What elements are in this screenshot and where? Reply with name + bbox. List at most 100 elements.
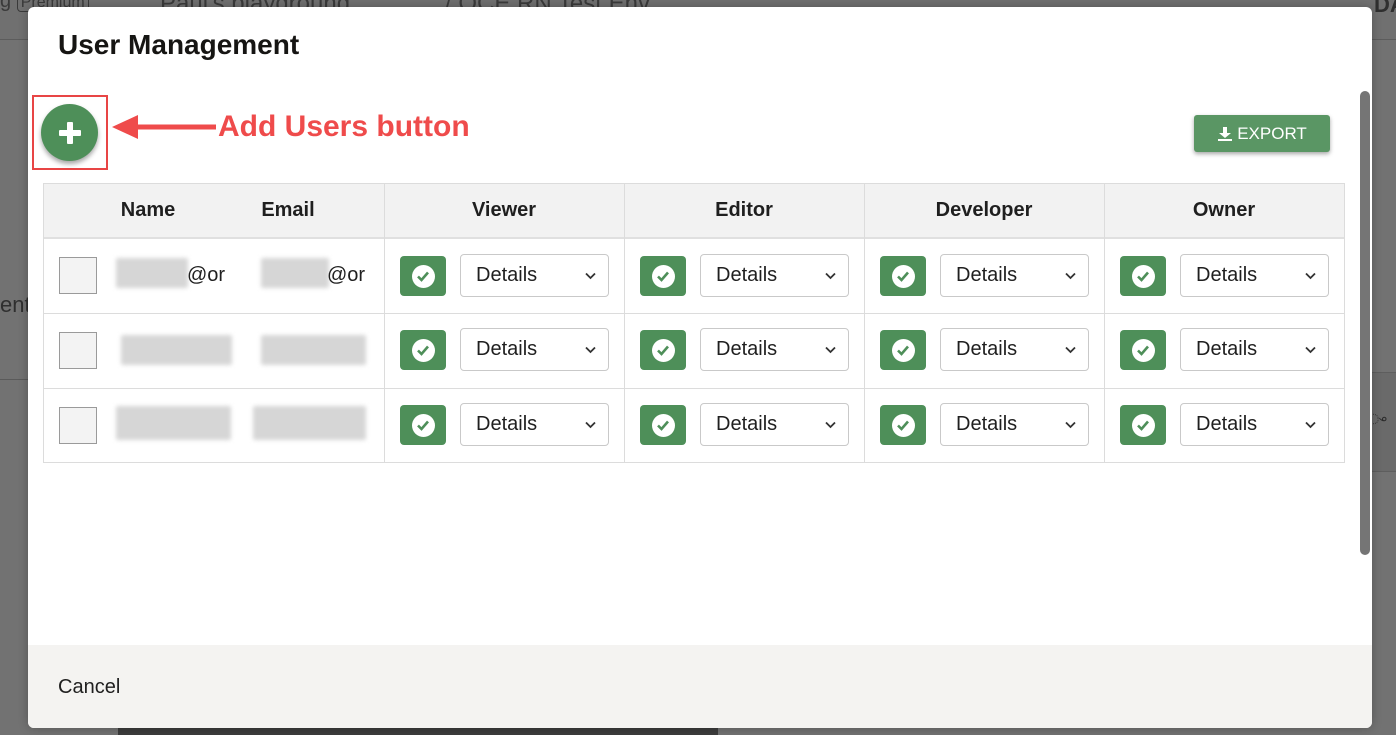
column-header-email[interactable]: Email — [244, 184, 332, 237]
details-label: Details — [716, 338, 778, 360]
user-management-dialog: User Management Add Users button EXPORT … — [28, 7, 1372, 728]
check-circle-icon — [651, 413, 675, 437]
details-label: Details — [476, 338, 538, 360]
editor-details-dropdown[interactable]: Details — [700, 328, 849, 371]
background-bottom-strip — [118, 728, 718, 735]
redacted-name — [121, 335, 232, 365]
chevron-down-icon — [1305, 421, 1316, 429]
chevron-down-icon — [1065, 421, 1076, 429]
owner-role-toggle[interactable] — [1120, 405, 1166, 445]
editor-role-toggle[interactable] — [640, 405, 686, 445]
column-header-owner[interactable]: Owner — [1104, 184, 1344, 237]
export-button[interactable]: EXPORT — [1194, 115, 1330, 152]
viewer-details-dropdown[interactable]: Details — [460, 254, 609, 297]
row-divider — [44, 313, 1344, 314]
column-divider — [1104, 184, 1105, 462]
check-circle-icon — [651, 338, 675, 362]
dialog-title: User Management — [58, 29, 300, 60]
column-header-viewer[interactable]: Viewer — [384, 184, 624, 237]
check-circle-icon — [891, 413, 915, 437]
viewer-details-dropdown[interactable]: Details — [460, 403, 609, 446]
developer-details-dropdown[interactable]: Details — [940, 328, 1089, 371]
editor-role-toggle[interactable] — [640, 330, 686, 370]
owner-details-dropdown[interactable]: Details — [1180, 254, 1329, 297]
check-circle-icon — [651, 264, 675, 288]
developer-details-dropdown[interactable]: Details — [940, 254, 1089, 297]
table-header: Name Email Viewer Editor Developer Owner — [44, 184, 1344, 239]
details-label: Details — [1196, 338, 1258, 360]
users-table: Name Email Viewer Editor Developer Owner… — [43, 183, 1345, 463]
developer-role-toggle[interactable] — [880, 405, 926, 445]
details-label: Details — [956, 413, 1018, 435]
user-email-partial: @or — [327, 264, 366, 286]
user-name-partial: @or — [187, 264, 226, 286]
viewer-role-toggle[interactable] — [400, 405, 446, 445]
column-header-developer[interactable]: Developer — [864, 184, 1104, 237]
dialog-footer: Cancel — [28, 645, 1372, 728]
details-label: Details — [716, 264, 778, 286]
column-header-editor[interactable]: Editor — [624, 184, 864, 237]
details-label: Details — [716, 413, 778, 435]
check-circle-icon — [411, 413, 435, 437]
check-circle-icon — [411, 338, 435, 362]
annotation-arrow — [112, 115, 216, 139]
check-circle-icon — [411, 264, 435, 288]
editor-details-dropdown[interactable]: Details — [700, 403, 849, 446]
details-label: Details — [476, 413, 538, 435]
column-divider — [624, 184, 625, 462]
developer-details-dropdown[interactable]: Details — [940, 403, 1089, 446]
chevron-down-icon — [825, 346, 836, 354]
viewer-role-toggle[interactable] — [400, 256, 446, 296]
owner-details-dropdown[interactable]: Details — [1180, 328, 1329, 371]
details-label: Details — [956, 338, 1018, 360]
redacted-email — [261, 258, 329, 288]
top-right-text: DA — [1374, 0, 1396, 17]
check-circle-icon — [891, 338, 915, 362]
row-divider — [44, 388, 1344, 389]
check-circle-icon — [891, 264, 915, 288]
owner-details-dropdown[interactable]: Details — [1180, 403, 1329, 446]
details-label: Details — [476, 264, 538, 286]
chevron-down-icon — [1065, 272, 1076, 280]
row-select-checkbox[interactable] — [59, 332, 97, 369]
check-circle-icon — [1131, 413, 1155, 437]
column-header-name[interactable]: Name — [104, 184, 192, 237]
owner-role-toggle[interactable] — [1120, 330, 1166, 370]
annotation-label: Add Users button — [218, 110, 470, 143]
viewer-details-dropdown[interactable]: Details — [460, 328, 609, 371]
owner-role-toggle[interactable] — [1120, 256, 1166, 296]
dialog-scrollbar[interactable] — [1360, 91, 1370, 555]
check-circle-icon — [1131, 264, 1155, 288]
background-left-panel — [0, 40, 28, 380]
chevron-down-icon — [1305, 272, 1316, 280]
details-label: Details — [1196, 413, 1258, 435]
redacted-name — [116, 258, 188, 288]
developer-role-toggle[interactable] — [880, 256, 926, 296]
editor-details-dropdown[interactable]: Details — [700, 254, 849, 297]
cancel-button[interactable]: Cancel — [58, 676, 120, 699]
details-label: Details — [1196, 264, 1258, 286]
viewer-role-toggle[interactable] — [400, 330, 446, 370]
editor-role-toggle[interactable] — [640, 256, 686, 296]
column-divider — [384, 184, 385, 462]
export-label: EXPORT — [1237, 123, 1307, 143]
add-users-button[interactable] — [41, 104, 98, 161]
chevron-down-icon — [585, 272, 596, 280]
chevron-down-icon — [585, 346, 596, 354]
chevron-down-icon — [585, 421, 596, 429]
chevron-down-icon — [825, 421, 836, 429]
download-icon — [1218, 126, 1233, 141]
plus-icon — [58, 121, 81, 144]
chevron-down-icon — [1065, 346, 1076, 354]
redacted-email — [261, 335, 366, 365]
developer-role-toggle[interactable] — [880, 330, 926, 370]
chevron-down-icon — [825, 272, 836, 280]
row-select-checkbox[interactable] — [59, 407, 97, 444]
background-side-text: ent — [0, 292, 31, 317]
row-select-checkbox[interactable] — [59, 257, 97, 294]
redacted-name — [116, 406, 231, 440]
check-circle-icon — [1131, 338, 1155, 362]
column-divider — [864, 184, 865, 462]
chevron-down-icon — [1305, 346, 1316, 354]
details-label: Details — [956, 264, 1018, 286]
